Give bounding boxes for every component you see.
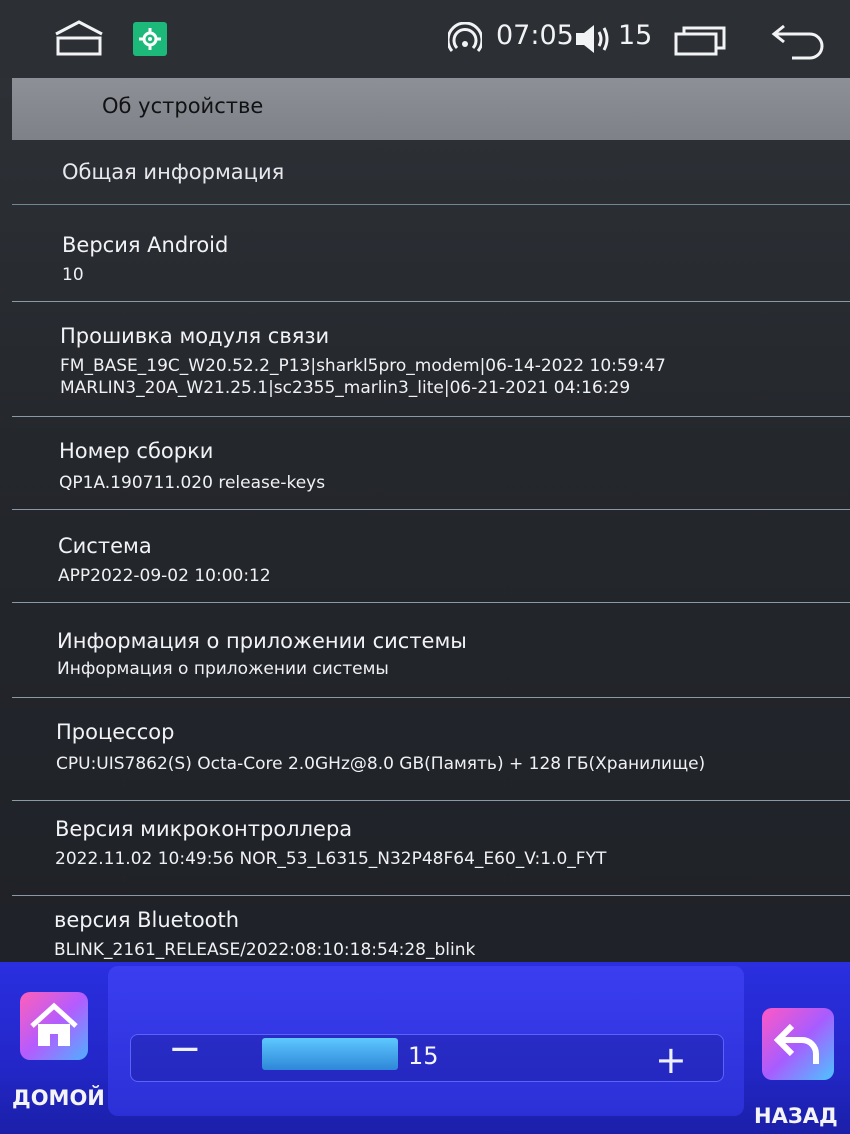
item-title: Система: [58, 534, 152, 558]
volume-down-button[interactable]: −: [168, 1026, 202, 1072]
back-label: НАЗАД: [754, 1104, 838, 1128]
status-bar: 07:05 15: [0, 0, 850, 78]
item-title: версия Bluetooth: [54, 908, 240, 932]
item-value: MARLIN3_20A_W21.25.1|sc2355_marlin3_lite…: [60, 378, 631, 398]
item-value: APP2022-09-02 10:00:12: [58, 566, 271, 586]
list-item-mcu-version[interactable]: Версия микроконтроллера 2022.11.02 10:49…: [12, 801, 850, 896]
page-title: Об устройстве: [102, 94, 264, 118]
title-bar: Об устройстве: [12, 78, 850, 140]
list-item-system[interactable]: Система APP2022-09-02 10:00:12: [12, 510, 850, 603]
speaker-icon: [572, 20, 612, 58]
back-arrow-tile-icon[interactable]: [762, 1008, 834, 1080]
item-value: 10: [62, 265, 84, 285]
clock-time: 07:05: [496, 20, 574, 51]
volume-slider-fill[interactable]: [262, 1038, 398, 1070]
item-value: 2022.11.02 10:49:56 NOR_53_L6315_N32P48F…: [55, 849, 607, 869]
list-item-processor[interactable]: Процессор CPU:UIS7862(S) Octa-Core 2.0GH…: [12, 698, 850, 801]
home-icon[interactable]: [20, 992, 88, 1060]
back-button[interactable]: НАЗАД: [748, 978, 850, 1134]
list-item-system-app-info[interactable]: Информация о приложении системы Информац…: [12, 603, 850, 698]
volume-level: 15: [618, 20, 653, 51]
section-label: Общая информация: [62, 160, 285, 184]
item-value: QP1A.190711.020 release-keys: [59, 473, 326, 493]
list-item-build-number[interactable]: Номер сборки QP1A.190711.020 release-key…: [12, 417, 850, 510]
hotspot-icon: [448, 22, 482, 56]
list-item-android-version[interactable]: Версия Android 10: [12, 205, 850, 302]
settings-gear-icon[interactable]: [133, 22, 167, 56]
recent-apps-icon[interactable]: [672, 22, 730, 58]
item-title: Процессор: [56, 720, 175, 744]
screen: 07:05 15 Об устройстве Общая информация …: [0, 0, 850, 1134]
item-title: Версия микроконтроллера: [55, 817, 353, 841]
section-header-general: Общая информация: [12, 140, 850, 205]
item-value: BLINK_2161_RELEASE/2022:08:10:18:54:28_b…: [54, 940, 476, 960]
about-device-list: Общая информация Версия Android 10 Проши…: [12, 140, 850, 976]
item-title: Версия Android: [62, 233, 229, 257]
volume-value: 15: [408, 1042, 439, 1070]
item-title: Номер сборки: [59, 439, 214, 463]
item-value: CPU:UIS7862(S) Octa-Core 2.0GHz@8.0 GB(П…: [56, 754, 706, 774]
list-item-modem-firmware[interactable]: Прошивка модуля связи FM_BASE_19C_W20.52…: [12, 302, 850, 417]
item-title: Информация о приложении системы: [57, 629, 467, 653]
home-label: ДОМОЙ: [12, 1086, 105, 1110]
home-button[interactable]: ДОМОЙ: [4, 962, 105, 1112]
volume-up-button[interactable]: +: [655, 1038, 687, 1082]
item-value: Информация о приложении системы: [57, 659, 389, 679]
item-value: FM_BASE_19C_W20.52.2_P13|sharkl5pro_mode…: [60, 356, 666, 376]
back-arrow-icon[interactable]: [770, 18, 828, 60]
item-title: Прошивка модуля связи: [60, 324, 330, 348]
home-outline-icon[interactable]: [52, 18, 106, 58]
